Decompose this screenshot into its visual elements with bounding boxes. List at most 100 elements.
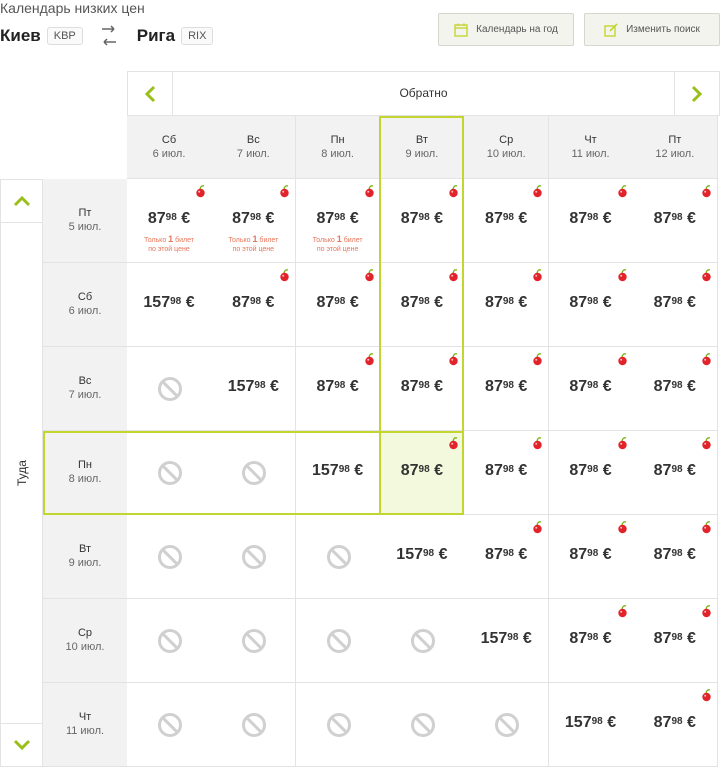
price: 8798 € — [549, 629, 633, 649]
next-return-button[interactable] — [674, 72, 719, 115]
price-euro: 87 — [485, 462, 503, 479]
price-cell[interactable]: 8798 € — [464, 347, 550, 431]
row-header: Вс 7 июл. — [43, 347, 128, 431]
price-euro: 87 — [569, 546, 588, 563]
from-code: KBP — [46, 27, 83, 45]
price-euro: 157 — [564, 714, 592, 731]
price-cell[interactable]: 8798 € — [379, 263, 465, 347]
change-search-button[interactable]: Изменить поиск — [584, 13, 720, 46]
row-date: 10 июл. — [65, 641, 105, 653]
price-cell[interactable]: 8798 € — [295, 263, 381, 347]
price-currency: € — [687, 378, 696, 395]
price-cell[interactable]: 8798 € — [548, 515, 634, 599]
price-euro: 87 — [485, 546, 503, 563]
price-cell[interactable]: 8798 € — [464, 431, 550, 515]
price-cell[interactable]: 15798 € — [295, 431, 381, 515]
price-cents: 98 — [507, 632, 519, 643]
price-currency: € — [522, 630, 532, 647]
price-cents: 98 — [418, 296, 430, 307]
unavailable-cell — [464, 683, 550, 767]
price-currency: € — [349, 378, 359, 395]
price-cell[interactable]: 8798 € Только 1 билет по этой цене — [211, 179, 297, 263]
price-cell[interactable]: 8798 € — [464, 263, 550, 347]
price-cell[interactable]: 8798 € — [632, 599, 718, 683]
one-ticket-note: Только 1 билет по этой цене — [211, 235, 295, 254]
price-currency: € — [438, 546, 448, 563]
special-offer-icon — [617, 353, 627, 366]
price-cell[interactable]: 8798 € — [379, 347, 465, 431]
price-currency: € — [269, 378, 279, 395]
column-header: Пт 12 июл. — [632, 116, 718, 179]
price-cell[interactable]: 8798 € — [211, 263, 297, 347]
to-code: RIX — [181, 27, 214, 45]
next-outbound-button[interactable] — [1, 723, 42, 766]
column-date: 9 июл. — [405, 148, 439, 160]
price-cell[interactable]: 8798 € — [464, 515, 550, 599]
price-cell[interactable]: 8798 € — [548, 431, 634, 515]
swap-planes-icon — [101, 23, 117, 49]
price-cell[interactable]: 8798 € — [548, 179, 634, 263]
not-available-icon — [242, 629, 267, 653]
price-cell[interactable]: 8798 € — [548, 599, 634, 683]
special-offer-icon — [702, 521, 711, 534]
note-line2: по этой цене — [148, 246, 190, 253]
price-cell[interactable]: 8798 € — [548, 263, 634, 347]
unavailable-cell — [295, 683, 381, 767]
column-day: Вс — [246, 134, 260, 146]
price-cell[interactable]: 15798 € — [127, 263, 212, 347]
price-cell[interactable]: 8798 € Только 1 билет по этой цене — [127, 179, 212, 263]
price: 8798 € — [633, 545, 717, 565]
note-line2: по этой цене — [316, 246, 359, 253]
price-cell[interactable]: 8798 € — [632, 515, 718, 599]
price-currency: € — [181, 210, 191, 227]
special-offer-icon — [533, 521, 542, 534]
note-post: билет — [257, 237, 279, 244]
price-cents: 98 — [423, 548, 435, 559]
price-cell[interactable]: 8798 € — [632, 179, 718, 263]
return-date-nav: Обратно — [127, 71, 720, 116]
price-cell[interactable]: 15798 € — [548, 683, 634, 767]
price-currency: € — [602, 462, 612, 479]
price-cell[interactable]: 8798 € — [295, 347, 381, 431]
special-offer-icon — [617, 437, 627, 450]
prev-outbound-button[interactable] — [1, 180, 42, 223]
price-cents: 98 — [587, 548, 599, 559]
price-cell[interactable]: 15798 € — [379, 515, 465, 599]
price-cell[interactable]: 8798 € — [379, 431, 465, 515]
price: 15798 € — [549, 713, 633, 733]
price-currency: € — [687, 462, 696, 479]
price-currency: € — [185, 294, 195, 311]
unavailable-cell — [379, 599, 465, 683]
price: 8798 € — [633, 629, 717, 649]
price-cell[interactable]: 8798 € — [632, 263, 718, 347]
price-cents: 98 — [671, 716, 683, 727]
price-cell[interactable]: 8798 € — [379, 179, 465, 263]
price-euro: 157 — [143, 294, 171, 311]
price-cell[interactable]: 8798 € — [632, 683, 718, 767]
special-offer-icon — [702, 605, 711, 618]
price-cell[interactable]: 15798 € — [211, 347, 297, 431]
price-cell[interactable]: 8798 € — [632, 347, 718, 431]
calendar-icon — [454, 23, 468, 37]
price: 8798 € — [633, 293, 717, 313]
not-available-icon — [242, 545, 267, 569]
price-cell[interactable]: 8798 € — [548, 347, 634, 431]
column-date: 11 июл. — [571, 148, 610, 160]
price-euro: 87 — [569, 294, 588, 311]
price-currency: € — [602, 546, 612, 563]
change-search-label: Изменить поиск — [626, 24, 700, 35]
price-currency: € — [518, 378, 528, 395]
special-offer-icon — [617, 269, 627, 282]
prev-return-button[interactable] — [128, 72, 173, 115]
price-cell[interactable]: 8798 € Только 1 билет по этой цене — [295, 179, 381, 263]
row-day: Вс — [78, 375, 92, 387]
price-cents: 98 — [587, 464, 599, 475]
price-cents: 98 — [334, 212, 346, 223]
price-currency: € — [687, 714, 696, 731]
price-cell[interactable]: 15798 € — [464, 599, 550, 683]
calendar-year-button[interactable]: Календарь на год — [438, 13, 574, 46]
price-cell[interactable]: 8798 € — [464, 179, 550, 263]
price-euro: 87 — [653, 714, 672, 731]
column-day: Чт — [584, 134, 597, 146]
price-cell[interactable]: 8798 € — [632, 431, 718, 515]
